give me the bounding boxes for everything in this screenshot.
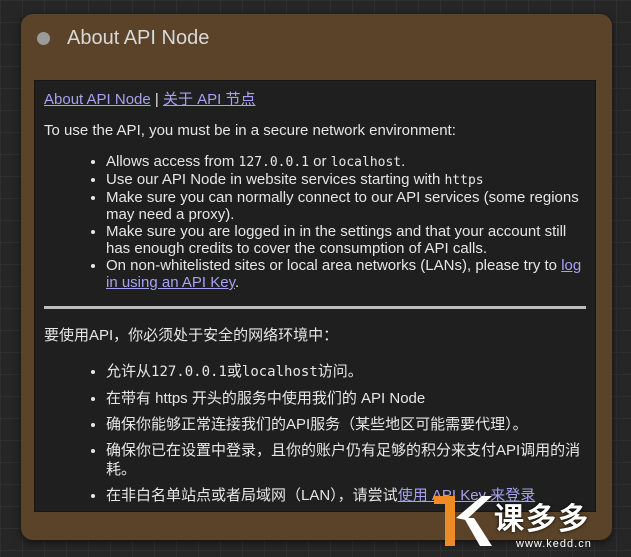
english-item-1-text: Allows access from [106, 153, 239, 170]
node-content: About API Node | 关于 API 节点 To use the AP… [34, 80, 596, 512]
link-separator: | [154, 91, 159, 108]
link-about-api-node-zh[interactable]: 关于 API 节点 [163, 91, 256, 108]
chinese-item-1-text: 允许从 [106, 363, 152, 380]
english-item-5-end: . [234, 274, 240, 291]
language-links: About API Node | 关于 API 节点 [44, 91, 586, 108]
status-dot-icon [37, 31, 50, 45]
chinese-list: 允许从127.0.0.1或localhost访问。 在带有 https 开头的服… [44, 362, 586, 505]
divider [44, 306, 586, 309]
node-header[interactable]: About API Node [21, 14, 612, 62]
watermark-text: 课多多 [494, 503, 590, 536]
watermark: 课多多 www.kedd.cn [432, 488, 631, 557]
english-item-1-mid: or [309, 153, 331, 170]
chinese-item-1-end: 访问。 [317, 363, 363, 380]
english-item-5-text: On non-whitelisted sites or local area n… [106, 257, 562, 274]
code-localhost-zh: localhost [241, 364, 318, 380]
code-https: https [444, 173, 484, 188]
watermark-logo-icon [434, 496, 492, 546]
english-intro: To use the API, you must be in a secure … [44, 122, 456, 139]
english-item-3: Make sure you can normally connect to ou… [106, 189, 586, 223]
english-list: Allows access from 127.0.0.1 or localhos… [44, 153, 586, 291]
chinese-item-4: 确保你已在设置中登录，且你的账户仍有足够的积分来支付API调用的消耗。 [106, 441, 586, 479]
code-localhost-ip-zh: 127.0.0.1 [151, 364, 227, 380]
english-item-5: On non-whitelisted sites or local area n… [106, 257, 586, 291]
chinese-item-2: 在带有 https 开头的服务中使用我们的 API Node [106, 389, 586, 408]
api-node-panel: About API Node About API Node | 关于 API 节… [21, 14, 612, 540]
chinese-item-1-mid: 或 [226, 363, 242, 380]
chinese-item-1: 允许从127.0.0.1或localhost访问。 [106, 362, 586, 382]
code-localhost: localhost [330, 155, 402, 170]
english-item-4: Make sure you are logged in in the setti… [106, 223, 586, 257]
node-title: About API Node [67, 26, 210, 49]
code-localhost-ip: 127.0.0.1 [238, 155, 309, 170]
english-item-1-end: . [401, 153, 406, 170]
link-about-api-node[interactable]: About API Node [44, 91, 151, 108]
chinese-intro: 要使用API，你必须处于安全的网络环境中： [44, 327, 339, 344]
chinese-item-3: 确保你能够正常连接我们的API服务（某些地区可能需要代理）。 [106, 415, 586, 434]
english-item-2-text: Use our API Node in website services sta… [106, 171, 445, 188]
watermark-url: www.kedd.cn [516, 538, 592, 550]
chinese-item-5-text: 在非白名单站点或者局域网（LAN），请尝试 [106, 487, 398, 504]
english-item-1: Allows access from 127.0.0.1 or localhos… [106, 153, 586, 171]
english-item-2: Use our API Node in website services sta… [106, 171, 586, 189]
